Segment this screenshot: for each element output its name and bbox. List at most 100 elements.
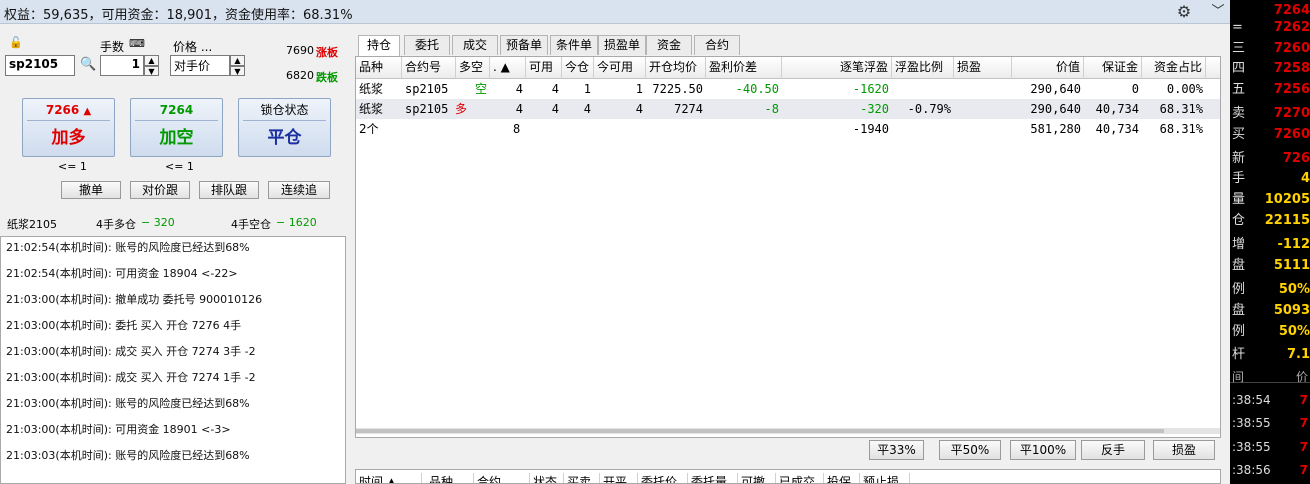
lock-icon[interactable]: 🔓 (9, 36, 23, 49)
cell (562, 119, 594, 139)
cell: 2个 (359, 122, 379, 136)
col-header[interactable]: 可撤 (738, 473, 776, 483)
cell: 68.31% (1159, 122, 1203, 136)
cell-direction-long: 多 (455, 102, 468, 116)
quote-row: = 7262 (1232, 20, 1310, 35)
cell: 4 (551, 102, 559, 116)
sell-open-button[interactable]: 7264 加空 (130, 98, 223, 157)
continuous-chase-button[interactable]: 连续追 (268, 181, 330, 199)
cell: 4 (515, 102, 523, 116)
tab-contracts[interactable]: 合约 (694, 35, 740, 55)
close-100-button[interactable]: 平100% (1010, 440, 1076, 460)
col-header[interactable]: 开平 (600, 473, 638, 483)
price-up-button[interactable]: ▲ (230, 55, 245, 66)
cell (456, 119, 490, 139)
log-line: 21:03:00(本机时间): 成交 买入 开仓 7274 3手 -2 (6, 345, 256, 358)
col-header[interactable]: 逐笔浮盈 (782, 57, 892, 79)
qty-up-button[interactable]: ▲ (144, 55, 159, 66)
col-header[interactable]: 合约号 (402, 57, 456, 79)
cell: 4 (583, 102, 591, 116)
cancel-order-button[interactable]: 撤单 (61, 181, 121, 199)
tab-stop-orders[interactable]: 损盈单 (598, 35, 646, 55)
table-row-total[interactable]: 2个 8 -1940 581,280 40,734 68.31% (356, 119, 1220, 139)
limit-up-price: 7690 (286, 44, 314, 57)
counter-price-follow-button[interactable]: 对价跟 (130, 181, 190, 199)
col-header[interactable]: 多空 (456, 57, 490, 79)
horizontal-scrollbar[interactable] (356, 428, 1220, 434)
col-header[interactable]: 今可用 (594, 57, 646, 79)
col-header[interactable]: 品种 (356, 57, 402, 79)
cell (526, 119, 562, 139)
buy-price: 7266 (45, 103, 80, 117)
tab-conditional-orders[interactable]: 条件单 (550, 35, 598, 55)
buy-open-button[interactable]: 7266 ▲ 加多 (22, 98, 115, 157)
col-header[interactable]: 价值 (1012, 57, 1084, 79)
col-header[interactable]: 资金占比 (1142, 57, 1206, 79)
reverse-button[interactable]: 反手 (1081, 440, 1145, 460)
col-header[interactable]: 损盈 (954, 57, 1012, 79)
col-header[interactable]: 盈利价差 (706, 57, 782, 79)
close-33-button[interactable]: 平33% (869, 440, 924, 460)
cell: -8 (764, 102, 779, 116)
tab-trades[interactable]: 成交 (452, 35, 498, 55)
ticks-header: 间价 (1232, 370, 1308, 384)
cell (892, 79, 954, 99)
scrollbar-thumb[interactable] (356, 429, 1164, 433)
col-header[interactable]: . ▲ (490, 57, 526, 79)
cell: -1620 (852, 82, 889, 96)
up-arrow-icon: ▲ (83, 106, 92, 117)
limit-down-price: 6820 (286, 69, 314, 82)
buy-max-note: <= 1 (58, 160, 87, 173)
queue-follow-button[interactable]: 排队跟 (199, 181, 259, 199)
chevron-down-icon[interactable]: ﹀ (1210, 3, 1226, 21)
price-down-button[interactable]: ▼ (230, 66, 245, 76)
quote-row: 杆 7.1 (1232, 347, 1310, 362)
col-header[interactable]: 时间 ▲ (356, 473, 422, 483)
table-row[interactable]: 纸浆 sp2105 多 4 4 4 4 7274 -8 -320 -0.79% … (356, 99, 1220, 119)
cell (954, 99, 1012, 119)
col-header[interactable]: 买卖 (564, 473, 600, 483)
tab-preorders[interactable]: 预备单 (500, 35, 548, 55)
col-header[interactable]: 委托量 (688, 473, 738, 483)
orders-table[interactable]: 时间 ▲ 品种 合约 状态 买卖 开平 委托价 委托量 可撤 已成交 投保 预止… (355, 469, 1221, 484)
log-line: 21:03:00(本机时间): 成交 买入 开仓 7274 1手 -2 (6, 371, 256, 384)
col-header[interactable]: 投保 (824, 473, 860, 483)
col-header[interactable]: 状态 (530, 473, 564, 483)
tab-orders[interactable]: 委托 (404, 35, 450, 55)
cell (954, 79, 1012, 99)
col-header[interactable]: 已成交 (776, 473, 824, 483)
qty-input[interactable]: 1 (100, 55, 144, 76)
col-header[interactable]: 今仓 (562, 57, 594, 79)
tab-positions[interactable]: 持仓 (358, 35, 400, 56)
search-icon[interactable]: 🔍 (80, 57, 96, 72)
stop-profit-loss-button[interactable]: 损盈 (1153, 440, 1215, 460)
tab-funds[interactable]: 资金 (646, 35, 692, 55)
gear-icon[interactable]: ⚙ (1175, 3, 1193, 21)
col-header[interactable]: 保证金 (1084, 57, 1142, 79)
sell-price: 7264 (135, 99, 218, 121)
col-header[interactable]: 可用 (526, 57, 562, 79)
positions-table[interactable]: 品种 合约号 多空 . ▲ 可用 今仓 今可用 开仓均价 盈利价差 逐笔浮盈 浮… (355, 56, 1221, 438)
contract-input[interactable]: sp2105 (5, 55, 75, 76)
table-row[interactable]: 纸浆 sp2105 空 4 4 1 1 7225.50 -40.50 -1620… (356, 79, 1220, 99)
cell: 1 (635, 82, 643, 96)
col-header[interactable]: 预止损 (860, 473, 910, 483)
keyboard-icon[interactable]: ⌨ (129, 37, 145, 50)
col-header[interactable]: 开仓均价 (646, 57, 706, 79)
quote-row-last: 新 726 (1232, 151, 1310, 166)
col-header[interactable]: 合约 (474, 473, 530, 483)
col-header[interactable]: 委托价 (638, 473, 688, 483)
quote-row: 增 -112 (1232, 237, 1310, 252)
col-header[interactable]: 品种 (426, 473, 474, 483)
cell: 40,734 (1095, 122, 1139, 136)
cell (706, 119, 782, 139)
qty-down-button[interactable]: ▼ (144, 66, 159, 76)
close-position-button[interactable]: 锁仓状态 平仓 (238, 98, 331, 157)
cell (402, 119, 456, 139)
log-line: 21:03:00(本机时间): 委托 买入 开仓 7276 4手 (6, 319, 242, 332)
col-header[interactable]: 浮盈比例 (892, 57, 954, 79)
cell: 4 (635, 102, 643, 116)
message-log[interactable]: 21:02:54(本机时间): 账号的风险度已经达到68% 21:02:54(本… (0, 236, 346, 484)
close-50-button[interactable]: 平50% (939, 440, 1001, 460)
price-type-input[interactable]: 对手价 (170, 55, 230, 76)
